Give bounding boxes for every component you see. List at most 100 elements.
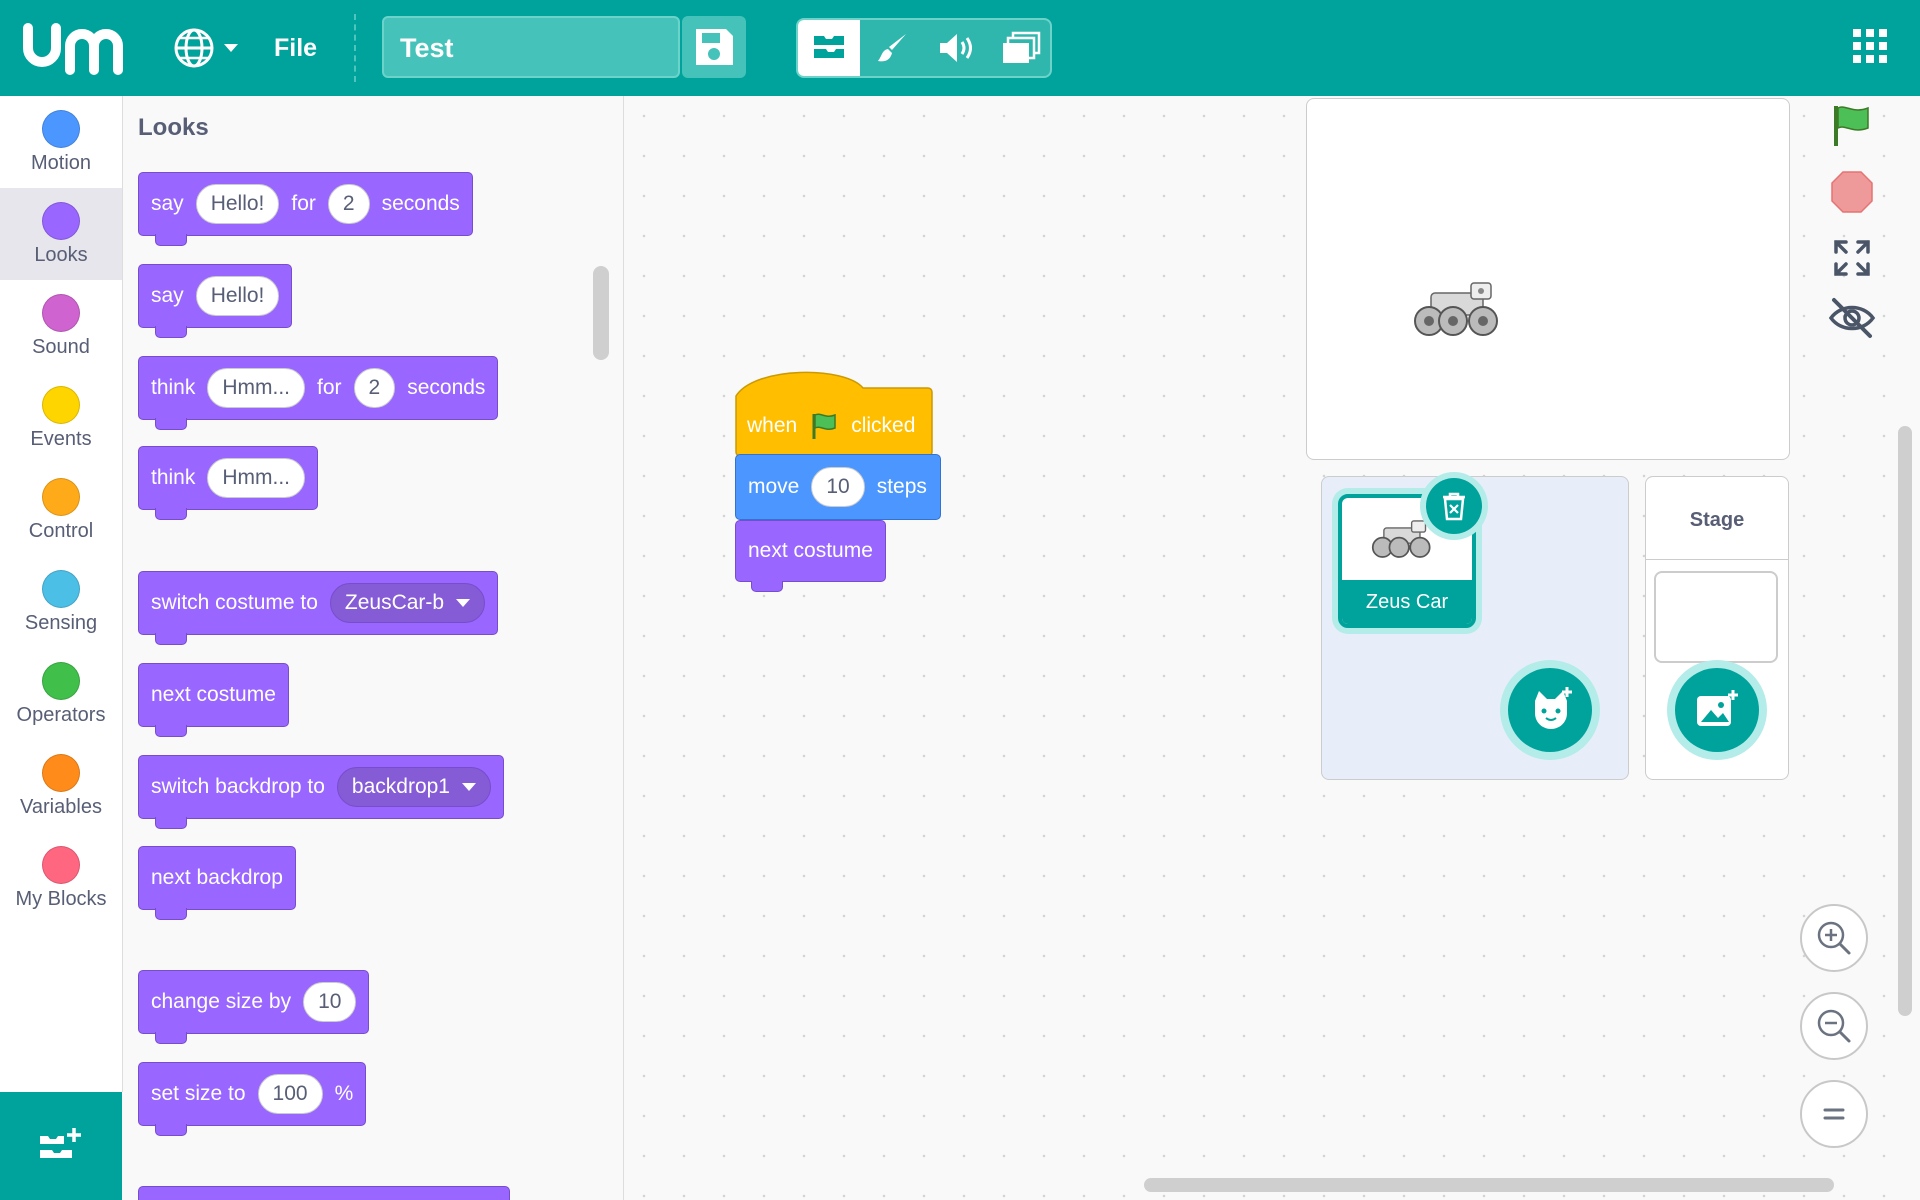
block-text: think: [151, 376, 196, 399]
block-text: switch costume to: [151, 591, 318, 614]
block-think-for-seconds[interactable]: think Hmm... for 2 seconds: [138, 356, 499, 430]
category-operators[interactable]: Operators: [0, 648, 122, 740]
block-move-steps[interactable]: move 10 steps: [735, 454, 941, 520]
size-input[interactable]: 100: [257, 1074, 323, 1114]
size-input[interactable]: 10: [303, 982, 357, 1022]
app-logo[interactable]: [22, 18, 130, 76]
block-text: switch backdrop to: [151, 775, 325, 798]
block-text: for: [291, 192, 316, 215]
block-think[interactable]: think Hmm...: [138, 446, 319, 520]
delete-sprite-button[interactable]: [1426, 478, 1482, 534]
stage-canvas[interactable]: [1306, 98, 1790, 460]
backdrops-tab[interactable]: [990, 20, 1052, 76]
control-color-dot: [42, 478, 80, 516]
block-palette: Looks say Hello! for 2 seconds say Hello…: [123, 96, 625, 1200]
add-backdrop-button[interactable]: [1675, 668, 1759, 752]
code-tab[interactable]: [798, 20, 860, 76]
category-variables[interactable]: Variables: [0, 740, 122, 832]
backdrop-dropdown[interactable]: backdrop1: [336, 767, 491, 807]
block-text: next costume: [748, 539, 873, 562]
vertical-scrollbar[interactable]: [1898, 426, 1912, 1016]
project-title-input[interactable]: Test: [382, 16, 680, 78]
equals-icon: [1823, 1108, 1845, 1120]
category-motion[interactable]: Motion: [0, 96, 122, 188]
zoom-out-icon: [1817, 1009, 1851, 1043]
palette-category-title: Looks: [138, 114, 209, 141]
zoom-out-button[interactable]: [1800, 992, 1868, 1060]
stage-thumbnail[interactable]: [1654, 571, 1778, 663]
layers-icon: [1003, 31, 1041, 63]
stop-icon: [1831, 171, 1873, 213]
project-title: Test: [400, 33, 454, 63]
block-next-costume[interactable]: next costume: [138, 663, 289, 737]
category-events[interactable]: Events: [0, 372, 122, 464]
eye-off-icon: [1828, 298, 1876, 338]
message-input[interactable]: Hmm...: [207, 458, 306, 498]
block-when-flag-clicked[interactable]: when clicked: [735, 366, 933, 463]
hide-stage-button[interactable]: [1828, 296, 1876, 340]
cat-add-icon: [1535, 687, 1572, 729]
steps-input[interactable]: 10: [811, 467, 865, 507]
costume-dropdown[interactable]: ZeusCar-b: [329, 583, 486, 623]
category-sensing[interactable]: Sensing: [0, 556, 122, 648]
language-menu[interactable]: [172, 26, 242, 70]
fullscreen-button[interactable]: [1830, 236, 1874, 280]
block-say-for-seconds[interactable]: say Hello! for 2 seconds: [138, 172, 473, 246]
block-text: clicked: [851, 414, 916, 437]
sprite-name: Zeus Car: [1342, 580, 1472, 624]
block-text: next backdrop: [151, 866, 283, 889]
block-switch-costume[interactable]: switch costume to ZeusCar-b: [138, 571, 499, 645]
category-label: Motion: [30, 152, 92, 174]
block-switch-backdrop[interactable]: switch backdrop to backdrop1: [138, 755, 504, 829]
seconds-input[interactable]: 2: [327, 184, 370, 224]
green-flag-button[interactable]: [1830, 104, 1874, 148]
block-change-size[interactable]: change size by 10: [138, 970, 370, 1044]
block-set-size[interactable]: set size to 100 %: [138, 1062, 367, 1136]
palette-scrollbar[interactable]: [593, 266, 609, 360]
grid-icon: [1853, 29, 1887, 63]
zoom-in-button[interactable]: [1800, 904, 1868, 972]
sound-color-dot: [42, 294, 80, 332]
category-control[interactable]: Control: [0, 464, 122, 556]
category-label: Variables: [20, 796, 102, 818]
code-blocks-icon: [814, 36, 844, 58]
green-flag-icon: [1834, 106, 1869, 146]
paint-brush-icon: [878, 34, 906, 62]
block-next-costume-script[interactable]: next costume: [735, 520, 886, 582]
category-sound[interactable]: Sound: [0, 280, 122, 372]
my-blocks-color-dot: [42, 846, 80, 884]
trash-icon: [1443, 492, 1465, 521]
add-extension-button[interactable]: [0, 1092, 122, 1200]
block-text: change size by: [151, 990, 292, 1013]
category-label: Sensing: [24, 612, 98, 634]
category-looks[interactable]: Looks: [0, 188, 122, 280]
message-input[interactable]: Hello!: [195, 276, 280, 316]
add-sprite-button[interactable]: [1508, 668, 1592, 752]
sounds-tab[interactable]: [926, 20, 988, 76]
logo-icon: [23, 23, 123, 75]
stop-button[interactable]: [1830, 170, 1874, 214]
top-menu-bar: File Test: [0, 0, 1920, 96]
block-text: %: [334, 1082, 354, 1105]
sound-icon: [940, 34, 972, 62]
floppy-disk-icon: [696, 29, 733, 65]
message-input[interactable]: Hello!: [195, 184, 280, 224]
category-my-blocks[interactable]: My Blocks: [0, 832, 122, 924]
block-say[interactable]: say Hello!: [138, 264, 293, 338]
hat-content: when clicked: [735, 402, 927, 450]
message-input[interactable]: Hmm...: [207, 368, 306, 408]
horizontal-scrollbar[interactable]: [1144, 1178, 1834, 1192]
file-menu[interactable]: File: [274, 34, 317, 63]
category-label: Looks: [34, 244, 88, 266]
seconds-input[interactable]: 2: [353, 368, 396, 408]
apps-grid-button[interactable]: [1852, 28, 1888, 64]
costumes-tab[interactable]: [862, 20, 924, 76]
zoom-reset-button[interactable]: [1800, 1080, 1868, 1148]
sensing-color-dot: [42, 570, 80, 608]
save-button[interactable]: [682, 16, 746, 78]
block-text: say: [151, 284, 184, 307]
block-next-backdrop[interactable]: next backdrop: [138, 846, 296, 920]
block-partial[interactable]: [138, 1186, 510, 1200]
editor-mode-switch: [796, 18, 1052, 78]
block-text: say: [151, 192, 184, 215]
